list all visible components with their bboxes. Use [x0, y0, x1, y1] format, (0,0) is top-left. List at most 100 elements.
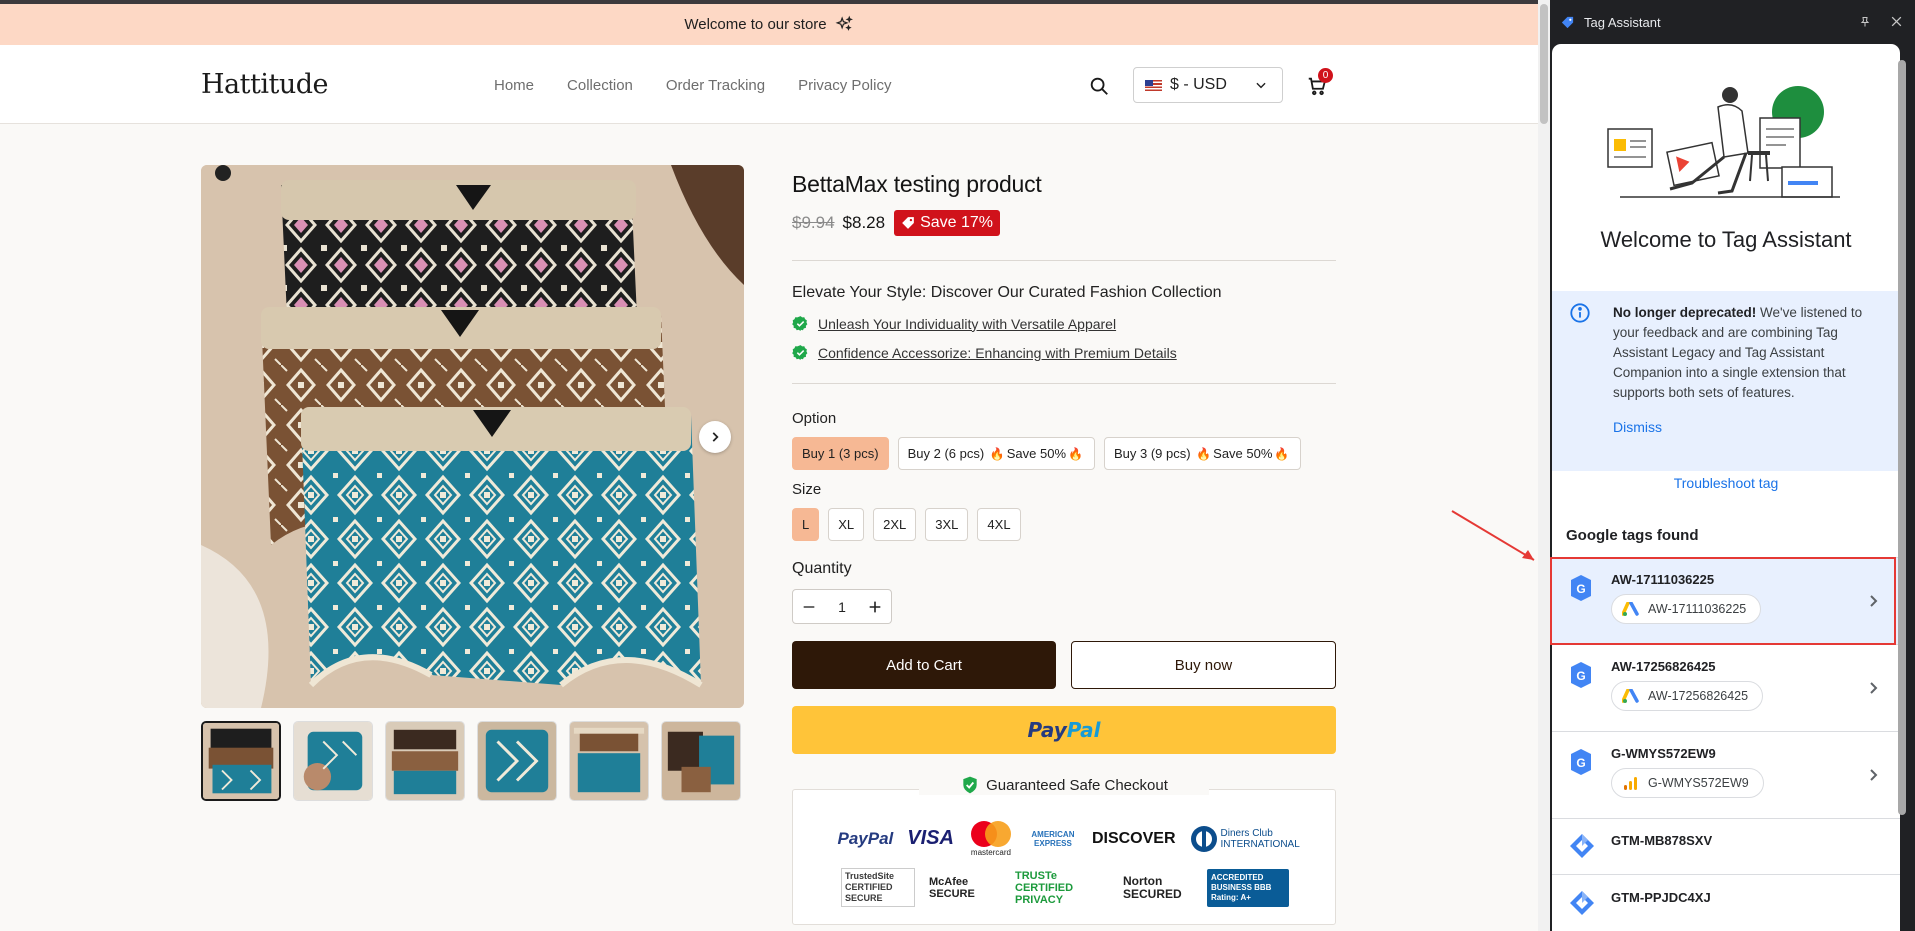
option-extra: Save 50%: [1213, 446, 1273, 461]
thumbnail-3[interactable]: [385, 721, 465, 801]
fire-icon: 🔥: [1196, 446, 1212, 461]
nav-home[interactable]: Home: [494, 77, 534, 94]
cart-count-badge: 0: [1318, 68, 1333, 83]
close-icon[interactable]: [1890, 15, 1903, 28]
welcome-illustration: [1607, 86, 1840, 198]
pin-icon[interactable]: [1859, 16, 1871, 28]
currency-label: $ - USD: [1170, 76, 1227, 93]
chevron-right-icon: [712, 432, 719, 442]
save-badge-text: Save 17%: [920, 214, 994, 231]
payment-logos: PayPal VISA mastercard AMERICAN EXPRESS …: [793, 820, 1337, 857]
trust-logos: TrustedSite CERTIFIED SECURE McAfee SECU…: [793, 868, 1337, 907]
feature-bullet: Confidence Accessorize: Enhancing with P…: [792, 344, 1177, 361]
quantity-label: Quantity: [792, 560, 852, 577]
mastercard-text: mastercard: [970, 848, 1011, 857]
divider: [792, 260, 1336, 261]
size-3xl[interactable]: 3XL: [925, 508, 969, 541]
tag-chip: AW-17256826425: [1611, 681, 1764, 711]
scrollbar-thumb[interactable]: [1540, 4, 1548, 124]
tag-row-g-wmys572ew9[interactable]: G G-WMYS572EW9 G-WMYS572EW9: [1552, 731, 1900, 818]
chevron-right-icon: [1870, 682, 1878, 694]
store-page: Welcome to our store Hattitude Home Coll…: [0, 0, 1538, 931]
panel-scrollbar[interactable]: [1898, 60, 1906, 815]
tag-row-gtm-mb878sxv[interactable]: GTM-MB878SXV: [1552, 818, 1900, 874]
visa-logo: VISA: [907, 827, 954, 849]
option-text: Buy 3 (9 pcs): [1113, 446, 1191, 461]
tag-row-aw-17256826425[interactable]: G AW-17256826425 AW-17256826425: [1552, 644, 1900, 731]
safe-checkout-text: Guaranteed Safe Checkout: [986, 776, 1168, 794]
brand-logo[interactable]: Hattitude: [201, 69, 328, 100]
google-tag-icon: G: [1571, 662, 1591, 688]
size-4xl[interactable]: 4XL: [977, 508, 1021, 541]
notice-bold: No longer deprecated!: [1613, 305, 1757, 320]
mcafee-logo: McAfee SECURE: [929, 875, 975, 900]
google-tag-manager-icon: [1570, 891, 1594, 915]
nav-collection[interactable]: Collection: [567, 77, 633, 94]
google-analytics-icon: [1624, 776, 1637, 790]
tags-found-heading: Google tags found: [1566, 527, 1699, 544]
tag-row-aw-17111036225[interactable]: G AW-17111036225 AW-17111036225: [1552, 557, 1900, 644]
image-next-button[interactable]: [699, 421, 731, 453]
thumbnail-5[interactable]: [569, 721, 649, 801]
discover-logo: DISCOVER: [1091, 829, 1176, 847]
size-2xl[interactable]: 2XL: [873, 508, 917, 541]
check-badge-icon: [792, 316, 808, 331]
site-header: Hattitude Home Collection Order Tracking…: [0, 45, 1538, 124]
paypal-logo-part: Pay: [1027, 718, 1067, 742]
deprecation-notice: No longer deprecated! We've listened to …: [1552, 291, 1900, 471]
page-scrollbar[interactable]: [1538, 0, 1550, 931]
option-selector: Buy 1 (3 pcs) Buy 2 (6 pcs) 🔥 Save 50% 🔥 B…: [792, 437, 1302, 470]
plus-icon[interactable]: [867, 599, 883, 615]
fire-icon: 🔥: [989, 446, 1005, 461]
us-flag-icon: [1145, 79, 1162, 91]
paypal-logo-part: Pal: [1066, 718, 1101, 742]
nav-order-tracking[interactable]: Order Tracking: [666, 77, 765, 94]
save-badge: Save 17%: [894, 210, 1001, 236]
feature-text[interactable]: Confidence Accessorize: Enhancing with P…: [818, 345, 1177, 361]
option-buy-1[interactable]: Buy 1 (3 pcs): [792, 437, 889, 470]
welcome-heading: Welcome to Tag Assistant: [1600, 227, 1852, 252]
option-buy-2[interactable]: Buy 2 (6 pcs) 🔥 Save 50% 🔥: [897, 437, 1095, 470]
google-tag-icon: G: [1571, 749, 1591, 775]
feature-text[interactable]: Unleash Your Individuality with Versatil…: [818, 316, 1116, 332]
tag-chip-label: AW-17111036225: [1648, 602, 1747, 616]
quantity-value[interactable]: 1: [838, 599, 846, 615]
amex-logo: AMERICAN EXPRESS: [1031, 829, 1075, 848]
option-extra: Save 50%: [1006, 446, 1067, 461]
thumbnail-2[interactable]: [293, 721, 373, 801]
fire-icon: 🔥: [1274, 446, 1290, 461]
dismiss-link[interactable]: Dismiss: [1613, 419, 1662, 435]
price-row: $9.94 $8.28 Save 17%: [792, 210, 1001, 236]
svg-text:G: G: [1576, 669, 1585, 683]
buy-now-button[interactable]: Buy now: [1071, 641, 1336, 689]
nav-privacy-policy[interactable]: Privacy Policy: [798, 77, 891, 94]
tag-assistant-logo-icon: [1561, 16, 1574, 28]
sparkle-icon: [835, 15, 853, 31]
size-l[interactable]: L: [792, 508, 820, 541]
tag-row-gtm-ppjdc4xj[interactable]: GTM-PPJDC4XJ: [1552, 874, 1900, 931]
info-icon: [1570, 303, 1590, 323]
panel-title: Tag Assistant: [1584, 14, 1661, 30]
diners-text: Diners Club INTERNATIONAL: [1220, 827, 1300, 850]
thumbnail-4[interactable]: [477, 721, 557, 801]
thumbnail-6[interactable]: [661, 721, 741, 801]
main-nav: Home Collection Order Tracking Privacy P…: [494, 77, 891, 94]
currency-selector[interactable]: $ - USD: [1133, 67, 1283, 103]
thumbnail-1[interactable]: [201, 721, 281, 801]
size-selector: L XL 2XL 3XL 4XL: [792, 508, 1021, 541]
product-tagline: Elevate Your Style: Discover Our Curated…: [792, 284, 1222, 301]
svg-text:G: G: [1576, 756, 1585, 770]
paypal-button[interactable]: Pay Pal: [792, 706, 1336, 754]
mastercard-logo: mastercard: [968, 820, 1014, 857]
paypal-logo: PayPal: [837, 828, 894, 848]
search-icon[interactable]: [1088, 75, 1110, 97]
option-buy-3[interactable]: Buy 3 (9 pcs) 🔥 Save 50% 🔥: [1103, 437, 1302, 470]
add-to-cart-button[interactable]: Add to Cart: [792, 641, 1056, 689]
troubleshoot-tag-link[interactable]: Troubleshoot tag: [1552, 475, 1900, 491]
minus-icon[interactable]: [801, 599, 817, 615]
size-xl[interactable]: XL: [828, 508, 865, 541]
truste-logo: TRUSTe CERTIFIED PRIVACY: [1015, 869, 1074, 906]
google-ads-icon: [1622, 688, 1639, 703]
tag-id: GTM-PPJDC4XJ: [1611, 890, 1711, 905]
product-main-image[interactable]: [201, 165, 744, 708]
